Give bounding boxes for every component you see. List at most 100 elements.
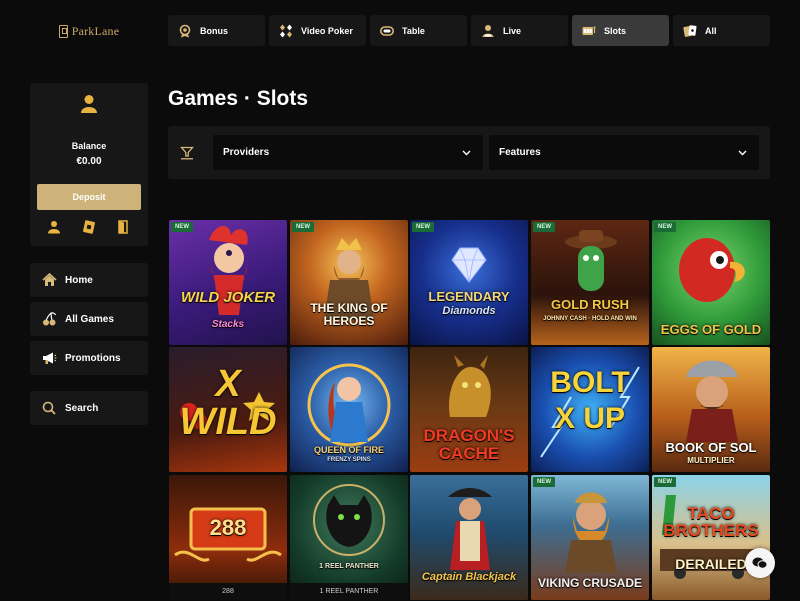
deposit-button[interactable]: Deposit	[37, 184, 141, 210]
parklane-logo[interactable]: ParkLane	[30, 11, 148, 51]
game-tile-bolt-x-up[interactable]: BOLT X UP	[531, 347, 649, 472]
table-games-icon	[380, 25, 394, 36]
new-badge: NEW	[654, 222, 676, 232]
filter-funnel-icon[interactable]	[180, 146, 194, 160]
game-title: Captain Blackjack	[421, 571, 517, 583]
tab-bonus[interactable]: Bonus	[168, 15, 265, 46]
cherries-icon	[43, 312, 57, 326]
profile-icon[interactable]	[47, 220, 61, 234]
game-tile-queen-of-fire[interactable]: QUEEN OF FIRE FRENZY SPINS	[290, 347, 408, 472]
game-subtitle: JOHNNY CASH · HOLD AND WIN	[543, 316, 637, 322]
game-tile-288[interactable]: 288 288	[169, 475, 287, 600]
logout-door-icon[interactable]	[116, 220, 130, 234]
all-games-icon	[683, 24, 697, 37]
ticket-icon[interactable]	[82, 220, 96, 234]
panther-art	[313, 484, 385, 556]
game-tile-wild-joker[interactable]: WILD JOKER Stacks NEW	[169, 220, 287, 345]
sidebar-item-label: All Games	[65, 313, 114, 325]
game-tile-gold-rush[interactable]: GOLD RUSH JOHNNY CASH · HOLD AND WIN NEW	[531, 220, 649, 345]
game-title: 288	[209, 515, 247, 540]
tab-label: Video Poker	[301, 25, 353, 36]
balance-value: €0.00	[76, 156, 102, 167]
bonus-icon	[179, 24, 191, 37]
game-tile-captain-blackjack[interactable]: Captain Blackjack	[410, 475, 528, 600]
sidebar-item-home[interactable]: Home	[30, 263, 148, 297]
live-chat-button[interactable]	[745, 548, 775, 578]
game-tile-legendary-diamonds[interactable]: LEGENDARY Diamonds NEW	[410, 220, 528, 345]
features-label: Features	[499, 147, 541, 158]
game-subtitle: Diamonds	[442, 305, 496, 317]
slots-icon	[582, 25, 596, 35]
new-badge: NEW	[412, 222, 434, 232]
tab-slots[interactable]: Slots	[572, 15, 669, 46]
tab-label: Bonus	[200, 25, 228, 36]
game-tile-dragons-cache[interactable]: DRAGON'S CACHE	[410, 347, 528, 472]
new-badge: NEW	[654, 477, 676, 487]
game-tile-king-of-heroes[interactable]: THE KING OF HEROES NEW	[290, 220, 408, 345]
game-title: X WILD	[179, 363, 277, 443]
game-tile-viking-crusade[interactable]: VIKING CRUSADE NEW	[531, 475, 649, 600]
chevron-down-icon	[462, 150, 471, 155]
game-title: TACO BROTHERS	[663, 504, 759, 540]
chat-bubbles-icon	[752, 557, 768, 569]
balance-label: Balance	[71, 141, 107, 151]
providers-label: Providers	[223, 147, 270, 158]
tab-label: All	[705, 25, 717, 36]
user-avatar-icon	[81, 95, 97, 113]
sidebar-item-all-games[interactable]: All Games	[30, 302, 148, 336]
sidebar-item-promotions[interactable]: Promotions	[30, 341, 148, 375]
diamond-art	[451, 247, 487, 283]
game-subtitle: Stacks	[211, 319, 245, 330]
features-dropdown[interactable]: Features	[489, 135, 759, 170]
game-title: BOLT X UP	[550, 366, 630, 435]
tab-label: Live	[503, 25, 522, 36]
game-tile-x-wild[interactable]: X WILD	[169, 347, 287, 472]
filter-bar: Providers Features	[168, 126, 770, 179]
account-panel: Balance €0.00 Deposit	[30, 83, 148, 246]
game-title: 1 REEL PANTHER	[319, 563, 379, 570]
logo-mark-icon	[58, 24, 68, 38]
game-subtitle: MULTIPLIER	[687, 456, 735, 465]
search-icon	[42, 401, 56, 415]
game-title: GOLD RUSH	[551, 297, 629, 312]
sidebar-item-label: Home	[65, 274, 93, 286]
tab-label: Slots	[604, 25, 627, 36]
game-caption: 288	[169, 583, 287, 600]
game-title: LEGENDARY	[428, 289, 510, 304]
new-badge: NEW	[292, 222, 314, 232]
live-dealer-icon	[482, 24, 494, 37]
home-icon	[42, 273, 57, 286]
sidebar-item-label: Promotions	[65, 352, 121, 364]
game-title: DRAGON'S CACHE	[423, 426, 515, 463]
game-tile-taco-brothers[interactable]: TACO BROTHERS DERAILED NEW	[652, 475, 770, 600]
new-badge: NEW	[533, 222, 555, 232]
game-title: WILD JOKER	[180, 289, 276, 306]
game-title: VIKING CRUSADE	[537, 576, 642, 590]
tab-label: Table	[402, 25, 425, 36]
game-tile-book-of-sol[interactable]: BOOK OF SOL MULTIPLIER	[652, 347, 770, 472]
tab-video-poker[interactable]: Video Poker	[269, 15, 366, 46]
game-tile-eggs-of-gold[interactable]: EGGS OF GOLD NEW	[652, 220, 770, 345]
tab-all[interactable]: All	[673, 15, 770, 46]
game-caption: 1 REEL PANTHER	[290, 583, 408, 600]
game-tile-1-reel-panther[interactable]: 1 REEL PANTHER 1 REEL PANTHER	[290, 475, 408, 600]
game-title: QUEEN OF FIRE	[313, 445, 384, 455]
tab-table[interactable]: Table	[370, 15, 467, 46]
game-subtitle: FRENZY SPINS	[327, 457, 371, 463]
page-title: Games · Slots	[168, 87, 309, 110]
category-tabs: Bonus Video Poker Table Live Slots All	[168, 15, 770, 46]
video-poker-icon	[280, 24, 292, 37]
sidebar-item-search[interactable]: Search	[30, 391, 148, 425]
game-title: EGGS OF GOLD	[660, 322, 762, 337]
cactus-cowboy-art	[565, 230, 617, 291]
new-badge: NEW	[171, 222, 193, 232]
game-title: THE KING OF HEROES	[310, 301, 388, 329]
logo-text: ParkLane	[71, 23, 120, 38]
game-title: BOOK OF SOL	[665, 440, 757, 455]
tab-live[interactable]: Live	[471, 15, 568, 46]
chevron-down-icon	[738, 150, 747, 155]
sidebar-item-label: Search	[65, 402, 99, 414]
new-badge: NEW	[533, 477, 555, 487]
megaphone-icon	[43, 352, 57, 364]
providers-dropdown[interactable]: Providers	[213, 135, 483, 170]
